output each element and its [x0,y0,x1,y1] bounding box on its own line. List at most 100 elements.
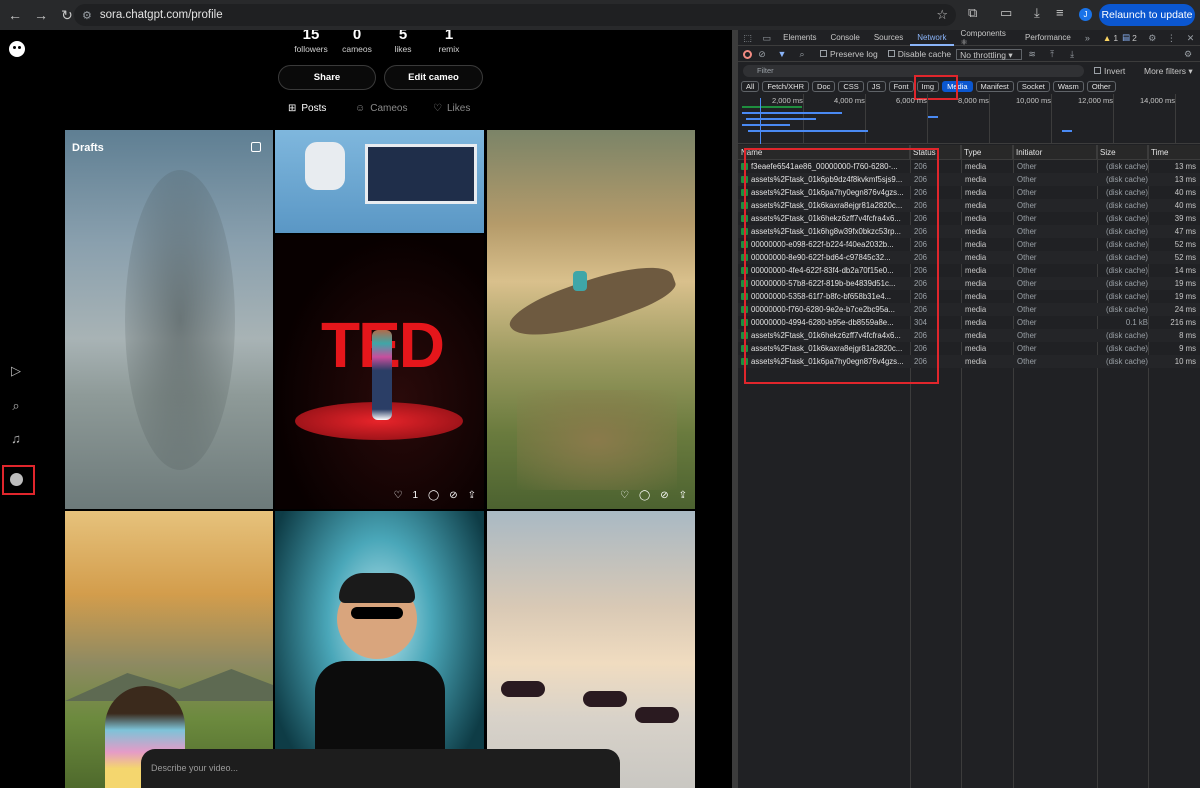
invert-checkbox[interactable]: Invert [1094,66,1125,76]
address-bar[interactable]: ⚙ sora.chatgpt.com/profile ☆ [74,4,956,26]
stat-label: remix [438,44,460,54]
tab-cameos[interactable]: ☺ Cameos [355,103,407,114]
sora-logo-icon[interactable] [9,41,25,57]
type-other[interactable]: Other [1086,81,1116,92]
type-socket[interactable]: Socket [1016,81,1050,92]
type-css[interactable]: CSS [838,81,864,92]
request-initiator: Other [1017,318,1037,327]
tab-likes[interactable]: ♡ Likes [433,103,470,114]
remix-icon[interactable]: ⊘ [660,490,668,501]
request-initiator: Other [1017,240,1037,249]
stat-remix[interactable]: 1 remix [419,30,479,54]
tab-components[interactable]: Components ⚛ [954,29,1018,47]
comment-icon[interactable]: ◯ [428,490,439,501]
tab-label: Likes [446,103,471,114]
timeline-tick: 6,000 ms [896,96,927,105]
device-icon[interactable]: ▭ [761,32,772,44]
download-icon[interactable]: ⤓ [1034,5,1040,21]
tab-sources[interactable]: Sources [867,33,910,42]
share-button[interactable]: Share [278,65,376,90]
video-tile-robot[interactable] [275,130,484,233]
prompt-input[interactable]: Describe your video... [141,749,620,788]
heart-icon[interactable]: ♡ [393,490,402,501]
col-time[interactable]: Time [1148,145,1200,160]
col-initiator[interactable]: Initiator [1013,145,1097,160]
video-tile-pterodactyl[interactable]: ♡ ◯ ⊘ ⇪ [487,130,695,509]
bell-icon[interactable]: ♫ [9,432,23,446]
forward-arrow-icon[interactable]: → [30,4,52,26]
filter-icon[interactable]: ▼ [776,48,788,60]
warning-icon[interactable]: ▲ [1103,33,1111,43]
heart-icon[interactable]: ♡ [620,490,629,501]
extensions-icon[interactable]: ⧉ [968,5,977,21]
disable-cache-checkbox[interactable]: Disable cache [887,49,952,59]
upload-icon[interactable]: ⤒ [1046,48,1058,60]
type-manifest[interactable]: Manifest [975,81,1014,92]
play-icon[interactable]: ▷ [9,364,23,378]
tab-posts[interactable]: ⊞ Posts [288,103,326,114]
close-icon[interactable]: ✕ [1185,32,1196,44]
bookmark-star-icon[interactable]: ☆ [936,7,948,23]
timeline-bar [748,130,868,132]
video-tile-sunglasses[interactable] [275,511,484,788]
tab-performance[interactable]: Performance [1018,33,1078,42]
site-info-icon[interactable]: ⚙ [82,9,92,22]
kebab-menu-icon[interactable]: ⋮ [1166,32,1177,44]
clear-icon[interactable]: ⊘ [756,48,768,60]
timeline-tick: 10,000 ms [1016,96,1052,105]
gear-icon[interactable]: ⚙ [1147,32,1158,44]
tab-elements[interactable]: Elements [776,33,823,42]
relaunch-button[interactable]: Relaunch to update [1099,4,1195,26]
type-wasm[interactable]: Wasm [1052,81,1084,92]
preserve-log-checkbox[interactable]: Preserve log [820,49,878,59]
type-all[interactable]: All [741,81,760,92]
disable-cache-label: Disable cache [897,49,952,59]
network-timeline[interactable]: 2,000 ms 4,000 ms 6,000 ms 8,000 ms 10,0… [738,94,1200,144]
video-tile-field[interactable] [65,511,273,788]
request-initiator: Other [1017,188,1037,197]
witch-figure [501,681,545,697]
more-tabs-icon[interactable]: » [1082,32,1093,44]
profile-avatar[interactable]: J [1079,8,1092,21]
request-size: (disk cache) [1105,305,1148,314]
type-doc[interactable]: Doc [812,81,836,92]
request-type: media [965,227,987,236]
search-icon[interactable]: ⌕ [9,399,23,413]
type-fetch[interactable]: Fetch/XHR [762,81,810,92]
back-arrow-icon[interactable]: ← [4,4,26,26]
drafts-tile[interactable]: Drafts [65,130,273,509]
tab-network[interactable]: Network [910,30,954,46]
request-time: 52 ms [1174,253,1196,262]
search-icon[interactable]: ⌕ [796,48,808,60]
timeline-tick: 12,000 ms [1078,96,1114,105]
comment-icon[interactable]: ◯ [639,490,650,501]
share-icon[interactable]: ⇪ [679,490,687,501]
col-type[interactable]: Type [961,145,1013,160]
type-font[interactable]: Font [888,81,914,92]
throttling-value: No throttling [960,49,1006,60]
edit-cameo-button[interactable]: Edit cameo [384,65,483,90]
video-tile-witches[interactable] [487,511,695,788]
type-js[interactable]: JS [866,81,886,92]
share-icon[interactable]: ⇪ [468,490,476,501]
tab-search-icon[interactable]: ▭ [1000,5,1012,21]
profile-nav-avatar[interactable] [10,473,23,486]
tab-console[interactable]: Console [823,33,866,42]
stat-number: 1 [444,30,454,43]
video-tile-ted[interactable]: TED ♡ 1 ◯ ⊘ ⇪ [275,235,484,509]
request-time: 13 ms [1174,175,1196,184]
timeline-tick: 2,000 ms [772,96,803,105]
pterodactyl-figure [504,252,680,353]
col-size[interactable]: Size [1097,145,1148,160]
settings-icon[interactable]: ⚙ [1182,48,1194,60]
message-icon[interactable]: ▤ [1122,32,1130,43]
record-icon[interactable] [743,49,752,59]
wifi-icon[interactable]: ≋ [1026,48,1038,60]
media-controls-icon[interactable]: ≡ [1056,5,1064,20]
more-filters-dropdown[interactable]: More filters ▾ [1144,66,1193,77]
inspect-icon[interactable]: ⬚ [742,32,753,44]
remix-icon[interactable]: ⊘ [449,490,457,501]
download-icon[interactable]: ⤓ [1066,48,1078,60]
throttling-select[interactable]: No throttling ▾ [956,48,1023,60]
posts-icon: ⊞ [288,103,297,114]
